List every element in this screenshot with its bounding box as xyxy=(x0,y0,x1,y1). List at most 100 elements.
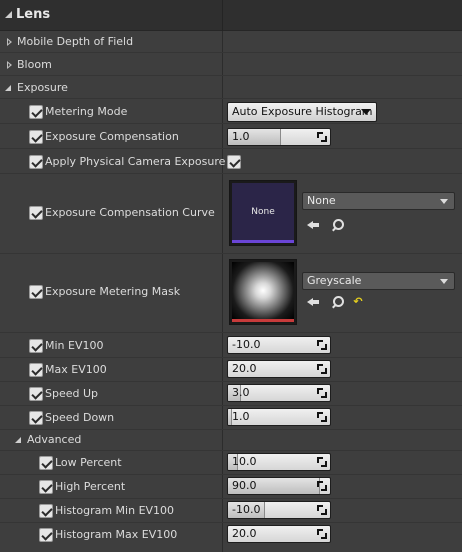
curve-asset-picker[interactable]: None xyxy=(302,192,455,210)
asset-name: None xyxy=(307,194,336,207)
reset-to-default-icon[interactable]: ↶ xyxy=(351,295,365,309)
override-checkbox[interactable] xyxy=(29,411,43,425)
asset-type-bar xyxy=(232,319,294,322)
drag-handle-icon[interactable] xyxy=(317,388,327,398)
row-exposure-compensation: Exposure Compensation 1.0 xyxy=(0,125,462,149)
drag-handle-icon[interactable] xyxy=(317,364,327,374)
drag-handle-icon[interactable] xyxy=(317,505,327,515)
value-text: 1.0 xyxy=(232,130,250,143)
metering-mode-dropdown[interactable]: Auto Exposure Histogram xyxy=(227,102,377,122)
mask-asset-picker[interactable]: Greyscale xyxy=(302,272,455,290)
section-bloom[interactable]: Bloom xyxy=(0,54,462,76)
chevron-down-icon xyxy=(440,279,448,284)
row-high-percent: High Percent 90.0 xyxy=(0,475,462,499)
drag-handle-icon[interactable] xyxy=(317,412,327,422)
value-text: -10.0 xyxy=(232,503,261,516)
row-histogram-max-ev100: Histogram Max EV100 20.0 xyxy=(0,523,462,547)
magnifier-icon[interactable] xyxy=(330,295,344,309)
exposure-compensation-input[interactable]: 1.0 xyxy=(227,128,331,146)
value-text: 20.0 xyxy=(232,527,257,540)
drag-handle-icon[interactable] xyxy=(317,481,327,491)
property-label: Min EV100 xyxy=(45,339,104,352)
expand-arrow-icon xyxy=(7,61,12,69)
row-exposure-metering-mask: Exposure Metering Mask Greyscale ↶ xyxy=(0,255,462,333)
value-text: 10.0 xyxy=(232,455,257,468)
histogram-min-ev100-input[interactable]: -10.0 xyxy=(227,501,331,519)
asset-name: Greyscale xyxy=(307,274,362,287)
value-text: -10.0 xyxy=(232,338,261,351)
row-apply-physical-camera-exposure: Apply Physical Camera Exposure xyxy=(0,150,462,174)
value-text: 90.0 xyxy=(232,479,257,492)
arrow-left-icon[interactable] xyxy=(306,218,320,232)
asset-type-bar xyxy=(232,240,294,243)
override-checkbox[interactable] xyxy=(29,339,43,353)
drag-handle-icon[interactable] xyxy=(317,340,327,350)
value-text: 1.0 xyxy=(232,410,250,423)
property-label: High Percent xyxy=(55,480,126,493)
section-label: Bloom xyxy=(17,58,52,71)
override-checkbox[interactable] xyxy=(39,528,53,542)
drag-handle-icon[interactable] xyxy=(317,132,327,142)
row-metering-mode: Metering Mode Auto Exposure Histogram xyxy=(0,100,462,124)
override-checkbox[interactable] xyxy=(29,130,43,144)
min-ev100-input[interactable]: -10.0 xyxy=(227,336,331,354)
section-label: Advanced xyxy=(27,433,82,446)
override-checkbox[interactable] xyxy=(39,504,53,518)
row-speed-down: Speed Down 1.0 xyxy=(0,406,462,430)
property-label: Exposure Compensation Curve xyxy=(45,206,215,219)
expand-arrow-icon xyxy=(7,38,12,46)
section-exposure[interactable]: Exposure xyxy=(0,77,462,99)
override-checkbox[interactable] xyxy=(39,480,53,494)
section-label: Exposure xyxy=(17,81,68,94)
arrow-left-icon[interactable] xyxy=(306,295,320,309)
property-label: Max EV100 xyxy=(45,363,107,376)
property-label: Speed Down xyxy=(45,411,115,424)
override-checkbox[interactable] xyxy=(29,105,43,119)
curve-asset-thumbnail[interactable]: None xyxy=(229,180,297,246)
row-max-ev100: Max EV100 20.0 xyxy=(0,358,462,382)
override-checkbox[interactable] xyxy=(29,285,43,299)
section-mobile-depth-of-field[interactable]: Mobile Depth of Field xyxy=(0,31,462,53)
collapse-arrow-icon xyxy=(5,11,12,18)
speed-up-input[interactable]: 3.0 xyxy=(227,384,331,402)
collapse-arrow-icon xyxy=(15,437,21,443)
section-advanced[interactable]: Advanced xyxy=(0,430,462,451)
value-text: 3.0 xyxy=(232,386,250,399)
row-histogram-min-ev100: Histogram Min EV100 -10.0 xyxy=(0,499,462,523)
histogram-max-ev100-input[interactable]: 20.0 xyxy=(227,525,331,543)
drag-handle-icon[interactable] xyxy=(317,529,327,539)
override-checkbox[interactable] xyxy=(29,387,43,401)
override-checkbox[interactable] xyxy=(29,363,43,377)
property-label: Low Percent xyxy=(55,456,122,469)
column-divider xyxy=(222,0,223,31)
speed-down-input[interactable]: 1.0 xyxy=(227,408,331,426)
collapse-arrow-icon xyxy=(5,85,11,91)
property-label: Metering Mode xyxy=(45,105,128,118)
category-title: Lens xyxy=(16,7,51,22)
property-label: Histogram Max EV100 xyxy=(55,528,178,541)
magnifier-icon[interactable] xyxy=(330,218,344,232)
mask-asset-thumbnail[interactable] xyxy=(229,259,297,325)
override-checkbox[interactable] xyxy=(29,206,43,220)
thumbnail-image xyxy=(232,262,294,319)
override-checkbox[interactable] xyxy=(29,155,43,169)
property-label: Apply Physical Camera Exposure xyxy=(45,155,226,168)
details-panel: Lens Mobile Depth of Field Bloom Exposur… xyxy=(0,0,462,552)
low-percent-input[interactable]: 10.0 xyxy=(227,453,331,471)
section-label: Mobile Depth of Field xyxy=(17,35,134,48)
row-speed-up: Speed Up 3.0 xyxy=(0,382,462,406)
drag-handle-icon[interactable] xyxy=(317,457,327,467)
row-low-percent: Low Percent 10.0 xyxy=(0,451,462,475)
dropdown-value: Auto Exposure Histogram xyxy=(232,105,373,118)
chevron-down-icon xyxy=(361,109,371,115)
override-checkbox[interactable] xyxy=(39,456,53,470)
property-label: Speed Up xyxy=(45,387,99,400)
property-label: Exposure Compensation xyxy=(45,130,179,143)
property-label: Exposure Metering Mask xyxy=(45,285,181,298)
lens-category-header[interactable]: Lens xyxy=(0,0,462,31)
max-ev100-input[interactable]: 20.0 xyxy=(227,360,331,378)
thumbnail-label: None xyxy=(251,207,275,217)
property-label: Histogram Min EV100 xyxy=(55,504,175,517)
high-percent-input[interactable]: 90.0 xyxy=(227,477,331,495)
apply-physical-checkbox[interactable] xyxy=(227,155,241,169)
